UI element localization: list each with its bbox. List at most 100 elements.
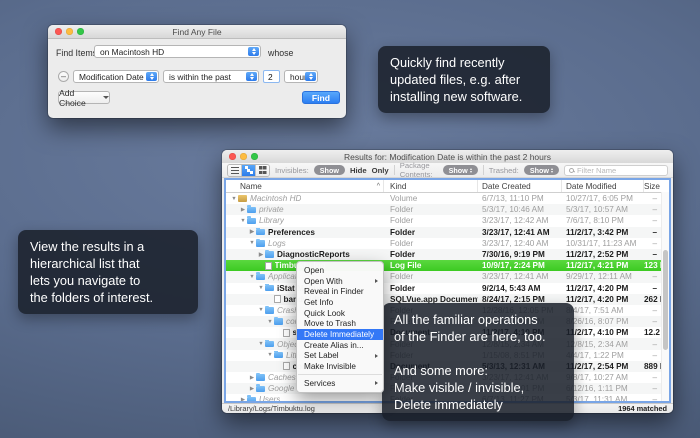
criteria-unit-select[interactable]: hours [284, 70, 318, 83]
invisibles-only-button[interactable]: Only [372, 166, 389, 175]
row-date-modified: 8/4/17, 7:51 AM [562, 306, 644, 315]
callout-quick-find: Quickly find recently updated files, e.g… [378, 46, 550, 113]
vertical-scrollbar[interactable] [661, 192, 669, 401]
whose-label: whose [268, 48, 293, 58]
disclosure-triangle-icon[interactable]: ▼ [230, 196, 238, 202]
row-name: Users [259, 395, 280, 403]
invisibles-label: Invisibles: [275, 166, 309, 175]
criteria-field-value: Modification Date [79, 72, 144, 82]
column-headers: Name ^ Kind Date Created Date Modified S… [226, 180, 669, 193]
list-view-button[interactable] [228, 165, 241, 176]
table-row[interactable]: ▼ Library Folder 3/23/17, 12:42 AM 7/6/1… [226, 215, 669, 226]
menu-item-quick-look[interactable]: Quick Look [297, 308, 383, 319]
disclosure-triangle-icon[interactable]: ▼ [266, 352, 274, 358]
menu-item-delete-immediately[interactable]: Delete Immediately [297, 329, 383, 340]
column-header-date-modified[interactable]: Date Modified [562, 180, 644, 192]
table-row[interactable]: Timbuktu.log Log File 10/9/17, 2:24 PM 1… [226, 260, 669, 271]
row-name: DiagnosticReports [277, 250, 350, 259]
find-items-label: Find Items [56, 48, 97, 58]
row-kind: Folder [384, 205, 478, 214]
folder-icon [274, 318, 283, 325]
results-window-titlebar[interactable]: Results for: Modification Date is within… [222, 150, 673, 164]
zoom-button[interactable] [77, 28, 84, 35]
invisibles-hide-button[interactable]: Hide [350, 166, 367, 175]
disclosure-triangle-icon[interactable]: ▼ [248, 240, 256, 246]
disclosure-triangle-icon[interactable]: ▶ [248, 386, 256, 392]
disclosure-triangle-icon[interactable]: ▶ [248, 229, 256, 235]
scope-select[interactable]: on Macintosh HD [94, 45, 261, 58]
column-header-size[interactable]: Size [644, 180, 671, 192]
row-kind: Folder [384, 239, 478, 248]
table-row[interactable]: ▶ DiagnosticReports Folder 7/30/16, 9:19… [226, 249, 669, 260]
row-name: private [259, 205, 284, 214]
menu-item-create-alias-in[interactable]: Create Alias in... [297, 340, 383, 351]
results-window-title: Results for: Modification Date is within… [222, 152, 673, 162]
traffic-lights [55, 28, 84, 35]
row-date-modified: 11/2/17, 3:42 PM [562, 228, 644, 237]
folder-icon [265, 307, 274, 314]
disclosure-triangle-icon[interactable]: ▼ [257, 307, 265, 313]
criteria-value-input[interactable] [263, 70, 280, 83]
criteria-field-select[interactable]: Modification Date [73, 70, 159, 83]
chevron-updown-icon [551, 168, 553, 173]
hierarchy-view-button[interactable] [241, 165, 255, 176]
close-button[interactable] [229, 153, 236, 160]
folder-icon [256, 274, 265, 281]
find-window-titlebar[interactable]: Find Any File [48, 25, 346, 39]
menu-item-open-with[interactable]: Open With [297, 276, 383, 287]
disclosure-triangle-icon[interactable]: ▶ [239, 207, 247, 213]
table-row[interactable]: ▼ Application Support Folder 3/23/17, 12… [226, 271, 669, 282]
zoom-button[interactable] [251, 153, 258, 160]
menu-item-reveal-in-finder[interactable]: Reveal in Finder [297, 286, 383, 297]
menu-item-move-to-trash[interactable]: Move to Trash [297, 318, 383, 329]
row-date-modified: 7/6/17, 8:10 PM [562, 216, 644, 225]
disclosure-triangle-icon[interactable]: ▼ [248, 274, 256, 280]
disclosure-triangle-icon[interactable]: ▼ [257, 341, 265, 347]
row-name: Logs [268, 239, 286, 248]
disclosure-triangle-icon[interactable]: ▶ [248, 375, 256, 381]
disclosure-triangle-icon[interactable]: ▶ [257, 252, 265, 258]
folder-icon [247, 207, 256, 214]
row-date-modified: 9/8/17, 10:27 AM [562, 373, 644, 382]
row-date-created: 5/3/17, 10:46 AM [478, 205, 562, 214]
disclosure-triangle-icon[interactable]: ▼ [257, 285, 265, 291]
minimize-button[interactable] [240, 153, 247, 160]
column-header-date-created[interactable]: Date Created [478, 180, 562, 192]
folder-icon [247, 218, 256, 225]
criteria-operator-select[interactable]: is within the past [163, 70, 259, 83]
find-button[interactable]: Find [302, 91, 340, 104]
column-header-kind[interactable]: Kind [384, 180, 478, 192]
scrollbar-thumb[interactable] [663, 250, 668, 350]
table-row[interactable]: ▶ Preferences Folder 3/23/17, 12:41 AM 1… [226, 227, 669, 238]
close-button[interactable] [55, 28, 62, 35]
filter-input[interactable] [577, 166, 663, 175]
invisibles-show-button[interactable]: Show [314, 165, 345, 175]
table-row[interactable]: ▶ private Folder 5/3/17, 10:46 AM 5/3/17… [226, 204, 669, 215]
row-date-modified: 5/3/17, 10:57 AM [562, 205, 644, 214]
chevron-updown-icon [248, 47, 259, 56]
column-header-name[interactable]: Name ^ [226, 180, 384, 192]
remove-criteria-button[interactable]: – [58, 71, 69, 82]
menu-item-label: Delete Immediately [304, 330, 374, 339]
package-show-label: Show [449, 166, 468, 175]
add-choice-button[interactable]: Add Choice [58, 91, 110, 104]
menu-item-make-invisible[interactable]: Make Invisible [297, 361, 383, 372]
folder-icon [256, 386, 265, 393]
trashed-show-button[interactable]: Show [524, 165, 559, 175]
menu-item-get-info[interactable]: Get Info [297, 297, 383, 308]
menu-item-services[interactable]: Services [297, 378, 383, 389]
minimize-button[interactable] [66, 28, 73, 35]
menu-item-set-label[interactable]: Set Label [297, 351, 383, 362]
disclosure-triangle-icon[interactable]: ▼ [266, 319, 274, 325]
grid-view-button[interactable] [255, 165, 269, 176]
menu-item-open[interactable]: Open [297, 265, 383, 276]
filter-field[interactable] [564, 165, 668, 176]
results-toolbar: Invisibles: Show Hide Only Package Conte… [222, 163, 673, 178]
table-row[interactable]: ▼ iStat Menus Folder 9/2/14, 5:43 AM 11/… [226, 283, 669, 294]
folder-icon [265, 251, 274, 258]
table-row[interactable]: ▼ Macintosh HD Volume 6/7/13, 11:10 PM 1… [226, 193, 669, 204]
package-contents-show-button[interactable]: Show [443, 165, 478, 175]
table-row[interactable]: ▼ Logs Folder 3/23/17, 12:40 AM 10/31/17… [226, 238, 669, 249]
disclosure-triangle-icon[interactable]: ▼ [239, 218, 247, 224]
file-icon [283, 362, 290, 370]
